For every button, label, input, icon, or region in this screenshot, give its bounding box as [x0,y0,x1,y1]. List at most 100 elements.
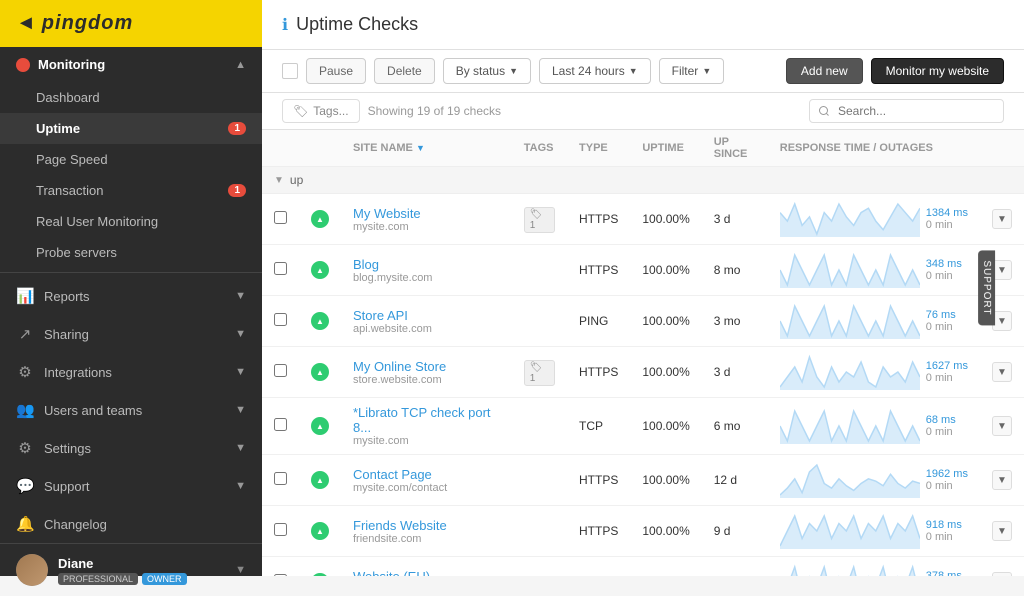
sparkline [780,252,920,288]
expand-row-button[interactable]: ▼ [992,521,1012,541]
site-name[interactable]: *Librato TCP check port 8... [353,405,500,435]
filter-label: Filter [672,64,699,78]
expand-row-button[interactable]: ▼ [992,470,1012,490]
uptime-cell: 100.00% [630,398,701,455]
sidebar-item-pagespeed[interactable]: Page Speed [0,144,262,175]
row-checkbox[interactable] [274,262,287,275]
type-cell: HTTPS [567,194,630,245]
last-24-hours-button[interactable]: Last 24 hours ▼ [539,58,651,84]
sidebar-item-label: Transaction [36,183,103,198]
monitoring-section-header[interactable]: Monitoring ▲ [0,47,262,82]
sidebar-item-probe-servers[interactable]: Probe servers [0,237,262,268]
outages: 0 min [926,372,968,384]
row-checkbox[interactable] [274,364,287,377]
sidebar-item-label: Dashboard [36,90,100,105]
table-row: Contact Page mysite.com/contact HTTPS 10… [262,455,1024,506]
pause-button[interactable]: Pause [306,58,366,84]
sidebar: ◄ pingdom Monitoring ▲ Dashboard Uptime … [0,0,262,576]
professional-tag: PROFESSIONAL [58,573,138,585]
expand-row-button[interactable]: ▼ [992,362,1012,382]
settings-label: Settings [44,441,91,456]
filter-button[interactable]: Filter ▼ [659,58,725,84]
tag-bubble: 🏷 1 [524,207,555,233]
select-all-checkbox[interactable] [282,63,298,79]
showing-text: Showing 19 of 19 checks [368,104,501,118]
sidebar-item-settings[interactable]: ⚙ Settings ▼ [0,429,262,467]
site-name[interactable]: Website (EU) [353,569,500,577]
sidebar-item-support[interactable]: 💬 Support ▼ [0,467,262,505]
col-type: TYPE [567,130,630,167]
group-label: up [290,173,303,187]
sidebar-item-rum[interactable]: Real User Monitoring [0,206,262,237]
table-row: Store API api.website.com PING 100.00% 3… [262,296,1024,347]
support-chevron: ▼ [235,480,246,492]
tags-button[interactable]: 🏷 Tags... [282,99,360,123]
tags-label: Tags... [313,104,348,118]
monitor-my-website-button[interactable]: Monitor my website [871,58,1004,84]
sidebar-item-changelog[interactable]: 🔔 Changelog [0,505,262,543]
type-cell: HTTPS [567,455,630,506]
expand-row-button[interactable]: ▼ [992,209,1012,229]
row-checkbox[interactable] [274,418,287,431]
up-since-cell: 3 d [702,194,768,245]
site-name[interactable]: My Online Store [353,359,500,374]
sparkline [780,462,920,498]
up-since-cell: 3 mo [702,296,768,347]
site-name[interactable]: Friends Website [353,518,500,533]
row-checkbox[interactable] [274,313,287,326]
integrations-chevron: ▼ [235,366,246,378]
col-checkbox [262,130,299,167]
site-name[interactable]: Contact Page [353,467,500,482]
by-status-button[interactable]: By status ▼ [443,58,531,84]
up-since-cell: 3 d [702,347,768,398]
expand-row-button[interactable]: ▼ [992,416,1012,436]
add-new-button[interactable]: Add new [786,58,863,84]
sidebar-item-label: Uptime [36,121,80,136]
sort-icon: ▼ [416,143,425,153]
sparkline [780,303,920,339]
last-24-label: Last 24 hours [552,64,625,78]
row-checkbox[interactable] [274,211,287,224]
last-24-caret: ▼ [629,66,638,76]
sidebar-item-sharing[interactable]: ↗ Sharing ▼ [0,315,262,353]
response-time: 76 ms [926,309,956,321]
info-icon: ℹ [282,15,288,35]
site-name[interactable]: My Website [353,206,500,221]
up-since-cell: 12 d [702,557,768,577]
changelog-icon: 🔔 [16,515,34,533]
site-name[interactable]: Store API [353,308,500,323]
site-name[interactable]: Blog [353,257,500,272]
support-tab[interactable]: SUPPORT [978,250,995,325]
group-collapse-icon[interactable]: ▼ [274,175,284,186]
expand-row-button[interactable]: ▼ [992,572,1012,576]
col-site-name[interactable]: SITE NAME ▼ [341,130,512,167]
sidebar-item-uptime[interactable]: Uptime 1 [0,113,262,144]
integrations-icon: ⚙ [16,363,34,381]
user-chevron-icon[interactable]: ▼ [235,564,246,576]
avatar-image [16,554,48,586]
col-uptime: UPTIME [630,130,701,167]
search-input[interactable] [809,99,1004,123]
sidebar-item-integrations[interactable]: ⚙ Integrations ▼ [0,353,262,391]
user-info: Diane PROFESSIONAL OWNER [16,554,187,586]
status-up-icon [311,522,329,540]
delete-button[interactable]: Delete [374,58,435,84]
by-status-caret: ▼ [509,66,518,76]
group-header-up: ▼ up [262,167,1024,194]
row-checkbox[interactable] [274,523,287,536]
sidebar-item-reports[interactable]: 📊 Reports ▼ [0,277,262,315]
up-since-cell: 6 mo [702,398,768,455]
sidebar-footer: Diane PROFESSIONAL OWNER ▼ [0,543,262,596]
col-response-time: RESPONSE TIME / OUTAGES [768,130,1024,167]
support-label: Support [44,479,90,494]
response-time: 68 ms [926,414,956,426]
table-row: Website (EU) mysite.com HTTPS 100.00% 12… [262,557,1024,577]
sidebar-item-users-teams[interactable]: 👥 Users and teams ▼ [0,391,262,429]
row-checkbox[interactable] [274,472,287,485]
uptime-cell: 100.00% [630,347,701,398]
settings-icon: ⚙ [16,439,34,457]
sidebar-item-transaction[interactable]: Transaction 1 [0,175,262,206]
sidebar-item-dashboard[interactable]: Dashboard [0,82,262,113]
filter-bar: 🏷 Tags... Showing 19 of 19 checks [262,93,1024,130]
response-time: 1627 ms [926,360,968,372]
